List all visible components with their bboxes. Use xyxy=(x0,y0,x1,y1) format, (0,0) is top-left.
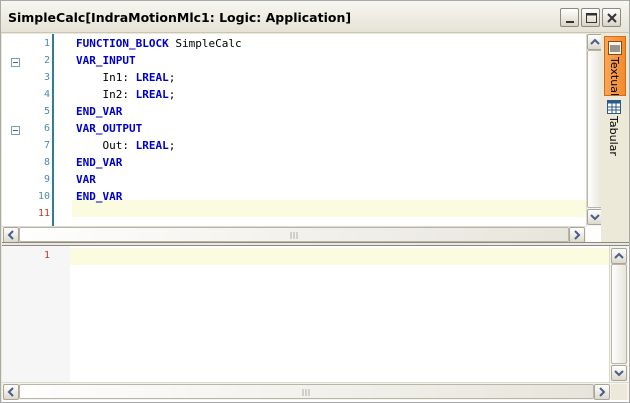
scroll-thumb[interactable] xyxy=(19,384,594,399)
chevron-right-icon xyxy=(574,230,581,240)
scroll-down-button[interactable] xyxy=(611,365,627,381)
code-line[interactable]: Out: LREAL; xyxy=(76,139,176,152)
close-icon xyxy=(607,13,617,23)
minimize-button[interactable] xyxy=(560,8,579,27)
line-number-gutter: 1 2 3 4 5 6 7 8 9 10 11 xyxy=(2,34,52,226)
view-tabs: Textual Tabular xyxy=(601,34,629,242)
horizontal-scrollbar[interactable] xyxy=(2,226,586,243)
scroll-thumb[interactable] xyxy=(611,264,627,364)
code-line[interactable]: VAR_OUTPUT xyxy=(76,122,142,135)
line-number: 5 xyxy=(43,106,50,117)
keyword-token: END_VAR xyxy=(76,105,123,118)
code-token: ; xyxy=(168,71,176,84)
minimize-icon xyxy=(566,21,574,23)
scroll-thumb[interactable] xyxy=(19,227,569,242)
code-token: ; xyxy=(168,88,176,101)
tab-tabular[interactable]: Tabular xyxy=(604,98,626,160)
chevron-right-icon xyxy=(599,387,606,397)
maximize-icon xyxy=(586,13,597,23)
code-line[interactable]: FUNCTION_BLOCK SimpleCalc xyxy=(76,37,242,50)
code-line[interactable]: VAR_INPUT xyxy=(76,54,136,67)
code-line[interactable]: END_VAR xyxy=(76,156,122,169)
scroll-left-button[interactable] xyxy=(3,384,19,400)
line-number-gutter: 1 xyxy=(2,246,70,382)
tab-label: Textual xyxy=(608,57,621,97)
declaration-editor[interactable]: 1 2 3 4 5 6 7 8 9 10 11 FUNCTION_BLOCK SimpleCalc V… xyxy=(2,34,629,243)
line-number: 3 xyxy=(43,72,50,83)
code-token: In1: xyxy=(102,71,136,84)
line-number: 6 xyxy=(43,123,50,134)
table-icon xyxy=(607,100,621,114)
code-line[interactable]: END_VAR xyxy=(76,105,122,118)
keyword-token: VAR_INPUT xyxy=(76,54,136,67)
grip-icon xyxy=(302,389,310,396)
scroll-right-button[interactable] xyxy=(594,384,610,400)
current-line-highlight xyxy=(70,248,609,265)
line-number: 11 xyxy=(37,208,50,219)
fold-collapse-icon[interactable] xyxy=(11,58,20,67)
code-line[interactable]: END_VAR xyxy=(76,190,122,203)
keyword-token: END_VAR xyxy=(76,190,123,203)
fold-collapse-icon[interactable] xyxy=(11,126,20,135)
current-line-highlight xyxy=(72,200,586,217)
keyword-token: LREAL xyxy=(135,139,169,152)
size-grip[interactable] xyxy=(611,384,627,400)
line-number: 1 xyxy=(43,38,50,49)
keyword-token: VAR xyxy=(76,173,96,186)
horizontal-scrollbar[interactable] xyxy=(2,382,629,400)
code-token: SimpleCalc xyxy=(168,37,242,50)
line-number: 4 xyxy=(43,89,50,100)
chevron-left-icon xyxy=(7,387,14,397)
window-title: SimpleCalc[IndraMotionMlc1: Logic: Appli… xyxy=(8,10,352,25)
vertical-scrollbar[interactable] xyxy=(609,246,628,382)
chevron-up-icon xyxy=(590,38,600,45)
keyword-token: VAR_OUTPUT xyxy=(76,122,143,135)
scroll-left-button[interactable] xyxy=(3,227,19,243)
line-number: 8 xyxy=(43,157,50,168)
tab-textual[interactable]: Textual xyxy=(604,36,626,96)
code-line[interactable]: In2: LREAL; xyxy=(76,88,176,101)
scroll-up-button[interactable] xyxy=(611,248,627,264)
grip-icon xyxy=(290,232,298,239)
code-token: In2: xyxy=(102,88,136,101)
gutter-divider xyxy=(52,34,54,226)
implementation-editor[interactable]: 1 xyxy=(2,246,629,402)
chevron-down-icon xyxy=(590,214,600,221)
textual-icon xyxy=(608,41,622,55)
line-number: 2 xyxy=(43,55,50,66)
keyword-token: END_VAR xyxy=(76,156,123,169)
editor-window: SimpleCalc[IndraMotionMlc1: Logic: Appli… xyxy=(0,0,630,403)
line-number: 9 xyxy=(43,174,50,185)
line-number: 7 xyxy=(43,140,50,151)
code-line[interactable]: VAR xyxy=(76,173,96,186)
line-number: 1 xyxy=(43,250,50,261)
code-line[interactable]: In1: LREAL; xyxy=(76,71,176,84)
scroll-right-button[interactable] xyxy=(569,227,585,243)
chevron-left-icon xyxy=(7,230,14,240)
tab-label: Tabular xyxy=(607,116,620,156)
chevron-up-icon xyxy=(614,252,624,259)
title-bar[interactable]: SimpleCalc[IndraMotionMlc1: Logic: Appli… xyxy=(1,1,629,33)
line-number: 10 xyxy=(37,191,50,202)
chevron-down-icon xyxy=(614,370,624,377)
maximize-button[interactable] xyxy=(581,8,600,27)
code-token: ; xyxy=(168,139,176,152)
code-token: Out: xyxy=(102,139,136,152)
keyword-token: LREAL xyxy=(135,71,169,84)
keyword-token: FUNCTION_BLOCK xyxy=(76,37,169,50)
close-button[interactable] xyxy=(602,8,621,27)
keyword-token: LREAL xyxy=(135,88,169,101)
